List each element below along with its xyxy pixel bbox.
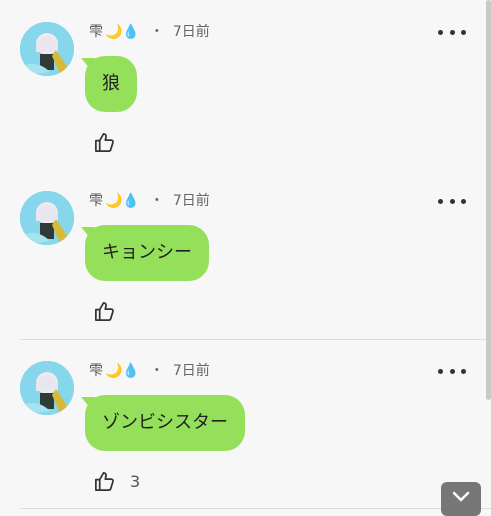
user-name[interactable]: 雫 [89,363,103,379]
timestamp: 7日前 [172,363,210,379]
like-button[interactable] [93,299,130,323]
meta-separator: ・ [149,193,164,209]
more-options-icon[interactable] [438,363,466,379]
avatar[interactable] [20,361,74,415]
thumbs-up-icon [95,132,114,152]
user-emoji: 🌙💧 [105,24,140,40]
more-options-icon[interactable] [438,24,466,40]
user-name[interactable]: 雫 [89,24,103,40]
thumbs-up-icon [95,471,114,491]
timestamp: 7日前 [172,193,210,209]
like-button[interactable]: 3 [93,469,140,493]
comment-bubble: キョンシー [85,225,209,281]
chevron-down-icon [452,491,470,502]
timestamp: 7日前 [172,24,210,40]
user-emoji: 🌙💧 [105,363,140,379]
scrollbar[interactable] [486,0,491,400]
meta-separator: ・ [149,363,164,379]
comment-meta: 雫 🌙💧 ・ 7日前 [89,22,210,42]
avatar[interactable] [20,22,74,76]
divider [20,508,491,509]
comment-meta: 雫 🌙💧 ・ 7日前 [89,191,210,211]
scroll-down-button[interactable] [441,482,481,516]
comment-item: 雫 🌙💧 ・ 7日前 狼 [0,0,491,170]
more-options-icon[interactable] [438,193,466,209]
meta-separator: ・ [149,24,164,40]
user-emoji: 🌙💧 [105,193,140,209]
like-button[interactable] [93,130,130,154]
user-name[interactable]: 雫 [89,193,103,209]
comment-item: 雫 🌙💧 ・ 7日前 ゾンビシスター 3 [0,339,491,509]
thumbs-up-icon [95,301,114,321]
comment-bubble: 狼 [85,56,137,112]
avatar[interactable] [20,191,74,245]
like-count: 3 [130,471,141,491]
comment-meta: 雫 🌙💧 ・ 7日前 [89,361,210,381]
comment-item: 雫 🌙💧 ・ 7日前 キョンシー [0,169,491,339]
comment-bubble: ゾンビシスター [85,395,245,451]
